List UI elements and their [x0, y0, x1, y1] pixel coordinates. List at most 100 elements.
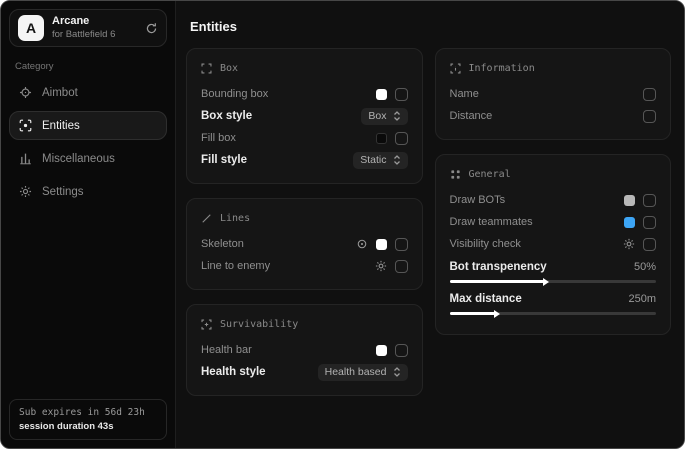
slider-value: 250m	[628, 293, 656, 305]
gear-icon	[18, 185, 32, 198]
setting-row-line-to-enemy: Line to enemy	[201, 255, 408, 277]
survivability-section-header: Survivability	[201, 319, 408, 330]
name-checkbox[interactable]	[643, 88, 656, 101]
app-name: Arcane	[52, 15, 115, 29]
box-style-dropdown[interactable]: Box	[361, 108, 407, 125]
health-brackets-icon	[201, 319, 212, 330]
bars-icon	[18, 152, 32, 165]
fill-style-dropdown[interactable]: Static	[353, 152, 407, 169]
chevron-up-down-icon	[393, 111, 401, 121]
sidebar-item-miscellaneous[interactable]: Miscellaneous	[9, 144, 167, 173]
setting-row-name: Name	[450, 83, 657, 105]
setting-label: Name	[450, 88, 479, 100]
color-swatch[interactable]	[376, 133, 387, 144]
general-section-header: General	[450, 169, 657, 180]
setting-row-fill-style: Fill style Static	[201, 149, 408, 171]
line-to-enemy-checkbox[interactable]	[395, 260, 408, 273]
setting-label: Health style	[201, 366, 266, 378]
setting-row-distance: Distance	[450, 105, 657, 127]
max-distance-slider[interactable]	[450, 312, 657, 315]
setting-label: Box style	[201, 110, 252, 122]
box-section-header: Box	[201, 63, 408, 74]
setting-label: Max distance	[450, 293, 522, 305]
distance-checkbox[interactable]	[643, 110, 656, 123]
health-style-dropdown[interactable]: Health based	[318, 364, 408, 381]
lines-section-header: Lines	[201, 213, 408, 224]
diagonal-line-icon	[201, 213, 212, 224]
sidebar-item-label: Entities	[42, 120, 80, 132]
setting-row-fill-box: Fill box	[201, 127, 408, 149]
dropdown-value: Health based	[325, 366, 387, 378]
color-swatch[interactable]	[376, 89, 387, 100]
sidebar: A Arcane for Battlefield 6 Category Aimb…	[1, 1, 176, 448]
sub-expiry-text: Sub expires in 56d 23h	[19, 407, 157, 418]
setting-label: Fill box	[201, 132, 236, 144]
sidebar-item-label: Miscellaneous	[42, 153, 115, 165]
setting-label: Line to enemy	[201, 260, 270, 272]
fill-box-checkbox[interactable]	[395, 132, 408, 145]
color-swatch[interactable]	[376, 239, 387, 250]
chevron-up-down-icon	[393, 367, 401, 377]
visibility-check-checkbox[interactable]	[643, 238, 656, 251]
setting-row-draw-bots: Draw BOTs	[450, 189, 657, 211]
section-title: Box	[220, 63, 238, 74]
chevron-up-down-icon	[393, 155, 401, 165]
draw-teammates-checkbox[interactable]	[643, 216, 656, 229]
slider-handle[interactable]	[494, 310, 500, 318]
sidebar-item-aimbot[interactable]: Aimbot	[9, 78, 167, 107]
main-content: Entities Box Bounding box	[176, 1, 684, 448]
section-title: Information	[469, 63, 535, 74]
draw-bots-checkbox[interactable]	[643, 194, 656, 207]
app-header-card[interactable]: A Arcane for Battlefield 6	[9, 9, 167, 47]
setting-row-health-style: Health style Health based	[201, 361, 408, 383]
section-title: General	[469, 169, 511, 180]
setting-label: Draw BOTs	[450, 194, 506, 206]
app-subtitle: for Battlefield 6	[52, 29, 115, 41]
dropdown-value: Box	[368, 110, 386, 122]
lines-section-card: Lines Skeleton	[186, 198, 423, 290]
slider-value: 50%	[634, 261, 656, 273]
setting-row-draw-teammates: Draw teammates	[450, 211, 657, 233]
app-meta: Arcane for Battlefield 6	[52, 15, 115, 41]
sidebar-item-label: Aimbot	[42, 87, 78, 99]
setting-label: Bot transpenency	[450, 261, 547, 273]
general-section-card: General Draw BOTs Draw teammates	[435, 154, 672, 335]
setting-row-skeleton: Skeleton	[201, 233, 408, 255]
box-frame-icon	[201, 63, 212, 74]
color-swatch[interactable]	[624, 195, 635, 206]
box-section-card: Box Bounding box Box style Box	[186, 48, 423, 184]
gear-icon[interactable]	[375, 260, 387, 272]
color-swatch[interactable]	[624, 217, 635, 228]
sidebar-item-entities[interactable]: Entities	[9, 111, 167, 140]
bot-transpenency-slider[interactable]	[450, 280, 657, 283]
setting-row-bounding-box: Bounding box	[201, 83, 408, 105]
app-window: A Arcane for Battlefield 6 Category Aimb…	[0, 0, 685, 449]
setting-label: Draw teammates	[450, 216, 533, 228]
skeleton-checkbox[interactable]	[395, 238, 408, 251]
setting-label: Skeleton	[201, 238, 244, 250]
setting-label: Visibility check	[450, 238, 521, 250]
grid-dots-icon	[450, 169, 461, 180]
health-bar-checkbox[interactable]	[395, 344, 408, 357]
setting-label: Health bar	[201, 344, 252, 356]
category-label: Category	[15, 61, 161, 72]
left-column: Box Bounding box Box style Box	[186, 48, 423, 396]
dropdown-value: Static	[360, 154, 386, 166]
sync-icon[interactable]	[145, 22, 158, 35]
target-icon[interactable]	[356, 238, 368, 250]
setting-label: Fill style	[201, 154, 247, 166]
max-distance-slider-block: Max distance 250m	[450, 290, 657, 315]
page-title: Entities	[190, 19, 671, 34]
bounding-box-checkbox[interactable]	[395, 88, 408, 101]
subscription-info-card: Sub expires in 56d 23h session duration …	[9, 399, 167, 440]
section-title: Survivability	[220, 319, 298, 330]
gear-icon[interactable]	[623, 238, 635, 250]
sidebar-item-settings[interactable]: Settings	[9, 177, 167, 206]
information-section-card: Information Name Distance	[435, 48, 672, 140]
color-swatch[interactable]	[376, 345, 387, 356]
setting-row-health-bar: Health bar	[201, 339, 408, 361]
bot-transpenency-slider-block: Bot transpenency 50%	[450, 258, 657, 283]
info-brackets-icon	[450, 63, 461, 74]
survivability-section-card: Survivability Health bar Health style He…	[186, 304, 423, 396]
slider-handle[interactable]	[543, 278, 549, 286]
